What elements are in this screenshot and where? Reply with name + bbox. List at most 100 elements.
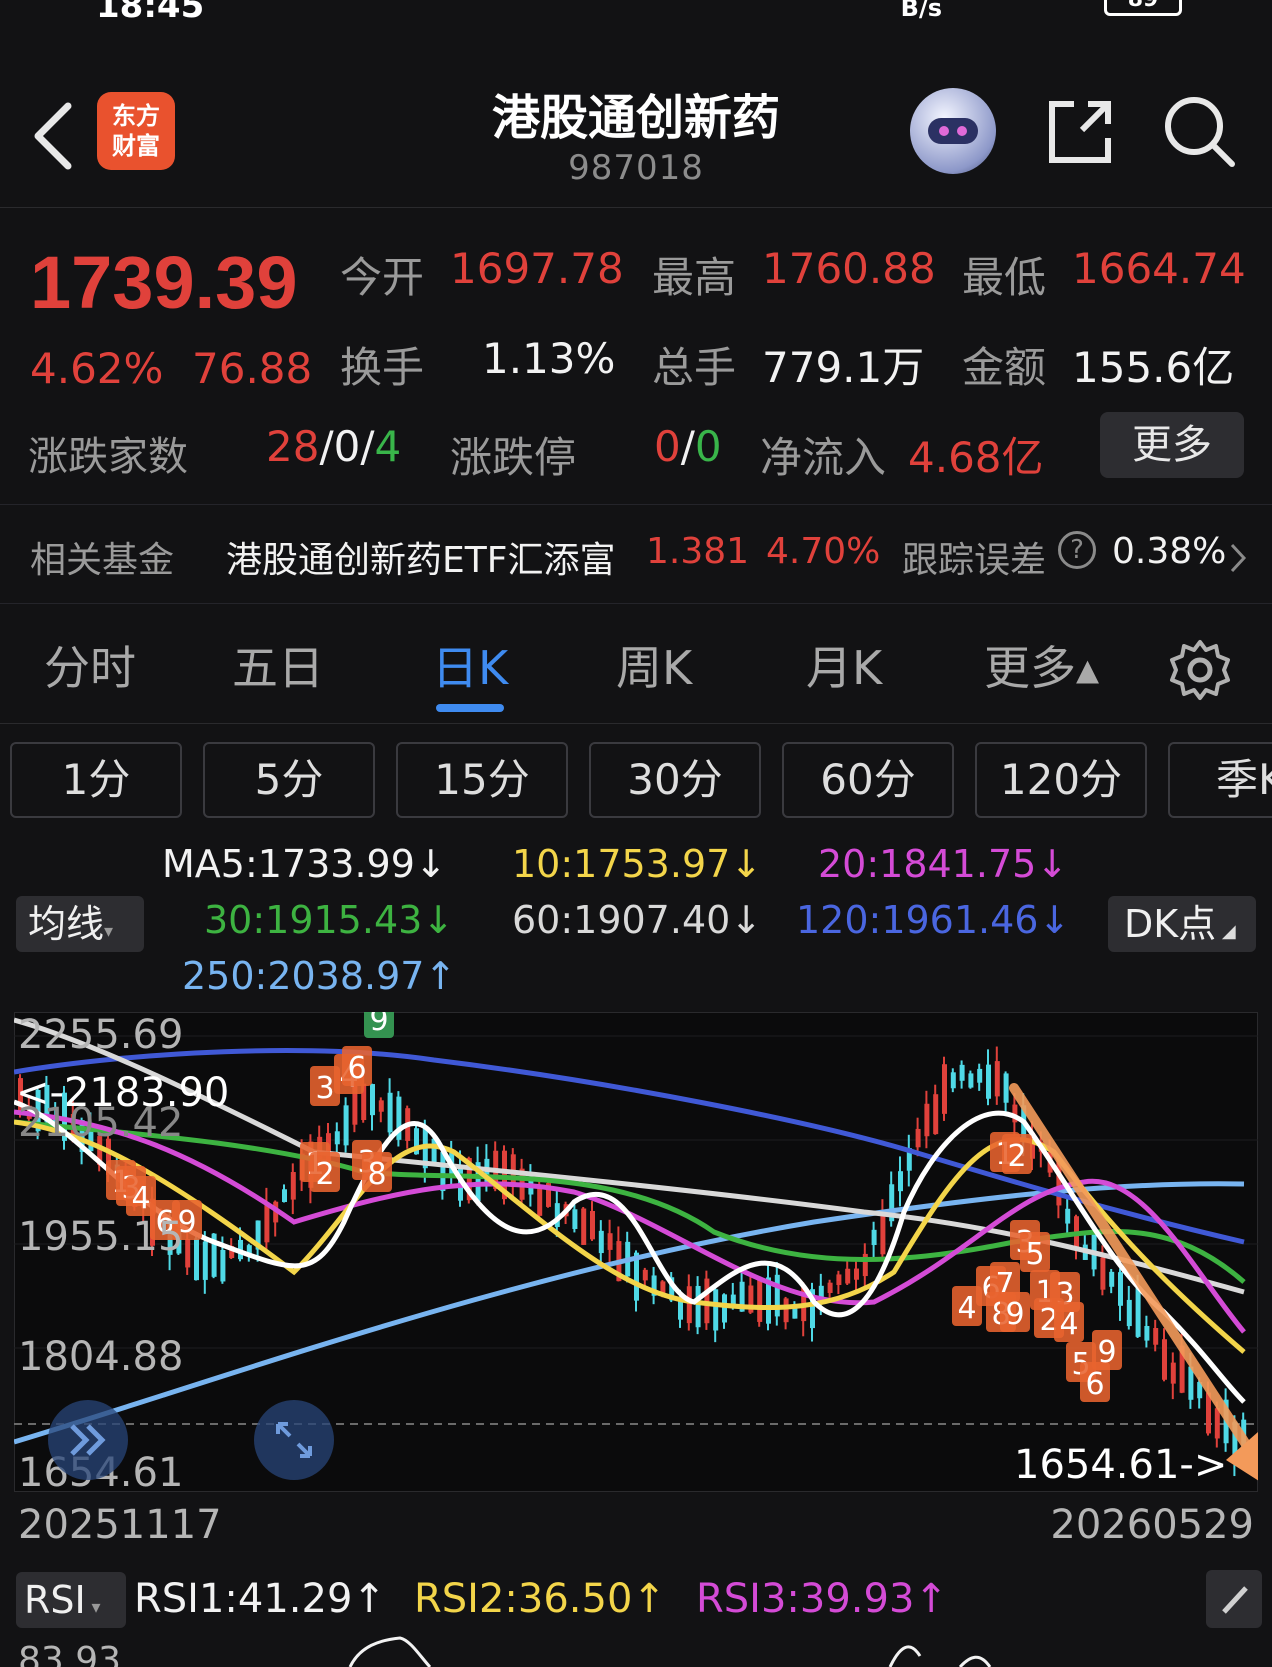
fullscreen-button[interactable] bbox=[254, 1400, 334, 1480]
more-quote-button[interactable]: 更多 bbox=[1100, 412, 1244, 478]
candle-body bbox=[343, 1105, 349, 1146]
candle-body bbox=[1003, 1073, 1009, 1103]
fund-label: 相关基金 bbox=[30, 540, 175, 581]
help-icon[interactable]: ? bbox=[1058, 531, 1096, 569]
period-15min[interactable]: 15分 bbox=[396, 742, 568, 818]
x-axis-start-date: 20251117 bbox=[18, 1502, 222, 1548]
tab-weekly-k[interactable]: 周K bbox=[616, 632, 692, 698]
period-1min[interactable]: 1分 bbox=[10, 742, 182, 818]
amount-value: 155.6亿 bbox=[1072, 343, 1235, 392]
candle-body bbox=[1153, 1328, 1159, 1345]
limit-label: 涨跌停 bbox=[450, 433, 577, 482]
period-5min[interactable]: 5分 bbox=[203, 742, 375, 818]
ma250-value: 250:2038.97↑ bbox=[182, 954, 457, 998]
candle-body bbox=[686, 1286, 692, 1324]
limit-up: 0 bbox=[654, 422, 681, 471]
search-icon bbox=[1165, 97, 1235, 167]
period-30min[interactable]: 30分 bbox=[589, 742, 761, 818]
candle-body bbox=[1206, 1392, 1211, 1434]
robot-icon bbox=[928, 118, 978, 144]
candle-body bbox=[1118, 1272, 1123, 1306]
breadth-flat: 0 bbox=[333, 422, 361, 471]
candle-body bbox=[598, 1230, 604, 1254]
ma20-value: 20:1841.75↓ bbox=[818, 842, 1069, 886]
rsi1-line bbox=[958, 1655, 992, 1667]
dk-point-button[interactable]: DK点 ◢ bbox=[1108, 896, 1256, 952]
pencil-icon bbox=[1222, 1586, 1248, 1614]
tab-more[interactable]: 更多▴ bbox=[984, 632, 1099, 698]
y-axis-label: 1955.15 bbox=[18, 1214, 184, 1260]
dk-mark-label: 9 bbox=[1097, 1335, 1116, 1370]
related-fund-row[interactable]: 相关基金 港股通创新药ETF汇添富 1.381 4.70% 跟踪误差 ? 0.3… bbox=[0, 505, 1272, 603]
limit-values: 0/0 bbox=[654, 422, 722, 471]
breadth-up: 28 bbox=[266, 422, 320, 471]
candle-body bbox=[642, 1269, 648, 1281]
candle-body bbox=[282, 1189, 287, 1203]
volume-value: 779.1万 bbox=[762, 343, 925, 392]
fund-name: 港股通创新药ETF汇添富 bbox=[226, 540, 616, 581]
battery-indicator: 89 bbox=[1104, 0, 1182, 16]
ma-selector[interactable]: 均线▾ bbox=[16, 896, 144, 952]
candle-body bbox=[722, 1294, 727, 1323]
app-header: 东方 财富 港股通创新药 987018 bbox=[0, 56, 1272, 208]
turnover-label: 换手 bbox=[340, 343, 425, 392]
limit-down: 0 bbox=[694, 422, 722, 471]
breadth-label: 涨跌家数 bbox=[28, 434, 188, 480]
ma5-value: MA5:1733.99↓ bbox=[162, 842, 447, 886]
status-time: 18:45 bbox=[96, 0, 205, 26]
y-axis-label: 1804.88 bbox=[18, 1334, 184, 1380]
low-label: 最低 bbox=[962, 253, 1047, 302]
period-60min[interactable]: 60分 bbox=[782, 742, 954, 818]
chart-tabs: 分时 五日 日K 周K 月K 更多▴ bbox=[0, 604, 1272, 724]
tab-monthly-k[interactable]: 月K bbox=[806, 632, 882, 698]
candle-body bbox=[1170, 1362, 1176, 1384]
high-price-marker: <-2183.90 bbox=[16, 1070, 230, 1116]
candle-body bbox=[378, 1100, 384, 1112]
breadth-down: 4 bbox=[374, 422, 402, 471]
scroll-latest-button[interactable] bbox=[48, 1400, 128, 1480]
tab-five-day[interactable]: 五日 bbox=[232, 632, 324, 698]
gear-icon bbox=[1170, 640, 1230, 700]
volume-label: 总手 bbox=[652, 343, 737, 392]
turnover-value: 1.13% bbox=[482, 334, 616, 383]
candle-body bbox=[1065, 1208, 1071, 1224]
candle-body bbox=[871, 1229, 877, 1246]
ma30-value: 30:1915.43↓ bbox=[204, 898, 455, 942]
rsi1-value: RSI1:41.29↑ bbox=[134, 1576, 386, 1622]
dk-mark-label: 3 bbox=[315, 1071, 334, 1106]
candle-body bbox=[977, 1068, 983, 1083]
candle-body bbox=[1214, 1408, 1220, 1439]
candle-body bbox=[836, 1274, 842, 1286]
search-button[interactable] bbox=[1162, 94, 1238, 170]
dk-mark-label: 2 bbox=[1007, 1139, 1026, 1174]
candle-body bbox=[590, 1210, 595, 1240]
y-axis-label: 2255.69 bbox=[18, 1012, 184, 1058]
period-quarter[interactable]: 季K bbox=[1168, 742, 1272, 818]
period-120min[interactable]: 120分 bbox=[975, 742, 1147, 818]
rsi-chart bbox=[348, 1636, 992, 1667]
share-icon bbox=[1049, 101, 1111, 163]
candle-body bbox=[194, 1238, 199, 1281]
candle-body bbox=[1144, 1325, 1150, 1341]
dk-mark-label: 5 bbox=[1025, 1237, 1044, 1272]
candle-body bbox=[942, 1064, 947, 1114]
dropdown-icon: ▾ bbox=[104, 921, 114, 942]
netflow-value: 4.68亿 bbox=[908, 433, 1044, 482]
candle-body bbox=[1126, 1299, 1132, 1327]
candle-body bbox=[537, 1187, 543, 1216]
candle-body bbox=[994, 1061, 1000, 1097]
tab-daily-k[interactable]: 日K bbox=[432, 632, 508, 698]
rsi1-line bbox=[348, 1636, 432, 1667]
fund-change: 4.70% bbox=[766, 531, 881, 572]
tab-intraday[interactable]: 分时 bbox=[44, 632, 136, 698]
robot-assistant-button[interactable] bbox=[910, 88, 996, 174]
rsi1-line bbox=[888, 1645, 922, 1667]
chart-settings-button[interactable] bbox=[1168, 638, 1232, 702]
share-button[interactable] bbox=[1042, 94, 1118, 170]
dk-mark-label: 9 bbox=[369, 1012, 388, 1038]
edit-indicator-button[interactable] bbox=[1206, 1570, 1262, 1628]
dk-mark-label: 6 bbox=[1085, 1367, 1104, 1402]
candle-body bbox=[915, 1128, 921, 1148]
rsi3-value: RSI3:39.93↑ bbox=[696, 1576, 948, 1622]
indicator-selector[interactable]: RSI ▾ bbox=[16, 1572, 126, 1628]
